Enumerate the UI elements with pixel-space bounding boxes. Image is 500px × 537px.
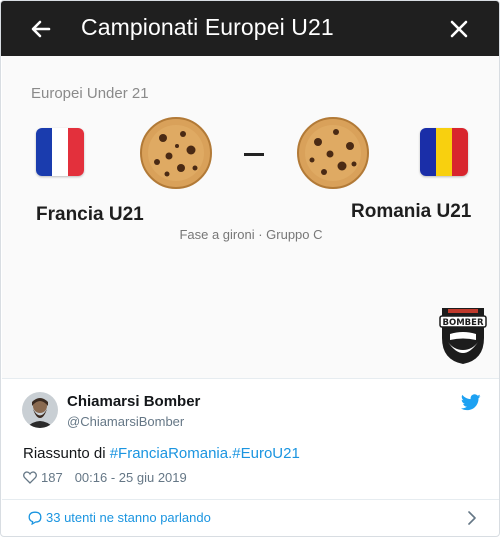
flag-stripe bbox=[36, 128, 52, 176]
twitter-bird-icon[interactable] bbox=[461, 394, 481, 411]
speech-bubble-icon bbox=[28, 511, 42, 525]
flag-stripe bbox=[452, 128, 468, 176]
flag-stripe bbox=[420, 128, 436, 176]
close-icon bbox=[450, 20, 468, 38]
header-bar: Campionati Europei U21 bbox=[1, 1, 499, 56]
away-team-name: Romania U21 bbox=[351, 201, 472, 222]
widget-frame: Campionati Europei U21 Europei Under 21 bbox=[0, 0, 500, 537]
tweet-text-prefix: Riassunto di bbox=[23, 445, 110, 462]
flag-stripe bbox=[52, 128, 68, 176]
hashtag-link[interactable]: .#EuroU21 bbox=[228, 445, 300, 462]
cookie-icon bbox=[140, 117, 212, 189]
flag-stripe bbox=[436, 128, 452, 176]
conversation-link[interactable]: 33 utenti ne stanno parlando bbox=[2, 499, 499, 536]
chiamarsi-bomber-logo: BOMBER bbox=[439, 308, 487, 364]
svg-text:BOMBER: BOMBER bbox=[443, 318, 484, 328]
conversation-text: 33 utenti ne stanno parlando bbox=[46, 510, 211, 525]
hashtag-link[interactable]: #FranciaRomania bbox=[110, 445, 228, 462]
heart-icon[interactable] bbox=[23, 471, 37, 484]
page-title: Campionati Europei U21 bbox=[81, 14, 334, 40]
tweet-text: Riassunto di #FranciaRomania.#EuroU21 bbox=[23, 445, 300, 462]
home-team-name: Francia U21 bbox=[36, 204, 144, 225]
arrow-left-icon bbox=[31, 20, 51, 38]
author-name[interactable]: Chiamarsi Bomber bbox=[67, 393, 200, 410]
avatar[interactable] bbox=[22, 392, 58, 428]
match-stage: Fase a gironi · Gruppo C bbox=[179, 227, 323, 242]
flag-stripe bbox=[68, 128, 84, 176]
tweet-meta: 187 00:16 - 25 giu 2019 bbox=[23, 470, 187, 485]
cookie-icon bbox=[297, 117, 369, 189]
match-card[interactable]: Europei Under 21 Francia U21 Romania U21… bbox=[2, 56, 499, 378]
divider bbox=[2, 378, 499, 379]
competition-label: Europei Under 21 bbox=[31, 85, 149, 102]
author-handle[interactable]: @ChiamarsiBomber bbox=[67, 414, 184, 429]
like-count[interactable]: 187 bbox=[41, 470, 63, 485]
back-button[interactable] bbox=[23, 11, 59, 47]
chevron-right-icon bbox=[468, 511, 476, 525]
romania-flag-icon bbox=[420, 128, 468, 176]
france-flag-icon bbox=[36, 128, 84, 176]
score-separator bbox=[244, 153, 264, 156]
close-button[interactable] bbox=[441, 11, 477, 47]
tweet-timestamp[interactable]: 00:16 - 25 giu 2019 bbox=[75, 470, 187, 485]
